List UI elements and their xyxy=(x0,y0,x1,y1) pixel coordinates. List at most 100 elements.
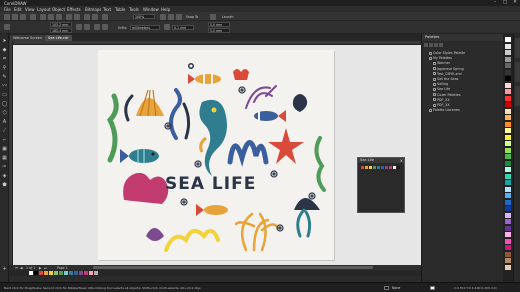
color-swatch[interactable] xyxy=(505,147,511,153)
first-page-icon[interactable]: ⏮ xyxy=(15,266,18,270)
menu-object[interactable]: Object xyxy=(52,7,65,12)
color-swatch[interactable] xyxy=(505,212,511,218)
checkbox-icon[interactable] xyxy=(433,72,436,76)
fill-color-swatch[interactable] xyxy=(384,286,389,290)
color-swatch[interactable] xyxy=(505,82,511,88)
palette-swatch[interactable] xyxy=(361,166,364,169)
document-palette-swatch[interactable] xyxy=(89,271,93,275)
checkbox-icon[interactable] xyxy=(429,51,432,55)
rectangle-tool-icon[interactable]: ▭ xyxy=(2,92,8,98)
zoom-level-field[interactable]: 100% xyxy=(133,14,155,19)
color-swatch[interactable] xyxy=(505,89,511,94)
menu-tools[interactable]: Tools xyxy=(129,7,139,12)
side-tab-properties[interactable] xyxy=(515,38,520,58)
menu-file[interactable]: File xyxy=(4,7,11,12)
palette-tree-item[interactable]: Test_CMYK.xml xyxy=(433,72,462,76)
menu-layout[interactable]: Layout xyxy=(37,7,51,12)
options-gear-icon[interactable] xyxy=(210,13,216,20)
menu-bitmaps[interactable]: Bitmaps xyxy=(85,7,101,12)
next-page-icon[interactable]: ▶ xyxy=(39,266,41,270)
shape-tool-icon[interactable]: ◆ xyxy=(2,47,8,53)
menu-text[interactable]: Text xyxy=(103,7,111,12)
palette-swatch[interactable] xyxy=(365,166,368,169)
color-swatch[interactable] xyxy=(505,50,511,55)
palette-tree-item[interactable]: Color Styles Palette xyxy=(429,51,465,55)
print-icon[interactable] xyxy=(30,13,36,20)
prev-page-icon[interactable]: ◀ xyxy=(20,266,22,270)
checkbox-icon[interactable] xyxy=(433,77,436,81)
palette-tree-item[interactable]: Palette Libraries xyxy=(429,108,460,112)
close-icon[interactable]: × xyxy=(400,158,403,163)
palette-tree-item[interactable]: Japanese Spring xyxy=(433,67,464,71)
palette-swatch[interactable] xyxy=(393,166,396,169)
all-pages-icon[interactable] xyxy=(94,24,100,30)
color-swatch[interactable] xyxy=(505,115,511,120)
open-icon[interactable] xyxy=(12,13,18,20)
color-swatch[interactable] xyxy=(505,173,511,179)
palette-tree-item[interactable]: Sea Life xyxy=(433,87,450,91)
side-tab-objects[interactable] xyxy=(515,62,520,82)
color-swatch[interactable] xyxy=(505,264,511,270)
document-palette-swatch[interactable] xyxy=(94,271,98,275)
color-swatch[interactable] xyxy=(505,219,511,224)
color-swatch[interactable] xyxy=(505,199,511,205)
eyedropper-icon[interactable]: ✑ xyxy=(2,164,8,170)
delete-palette-icon[interactable] xyxy=(439,43,443,47)
drawing-page[interactable]: SEA LIFE xyxy=(98,50,334,260)
color-swatch[interactable] xyxy=(505,225,511,231)
parallel-dimension-icon[interactable]: ⟋ xyxy=(2,128,8,134)
palette-swatch[interactable] xyxy=(369,166,372,169)
add-tool-icon[interactable]: + xyxy=(2,266,8,272)
palette-swatch[interactable] xyxy=(373,166,376,169)
sea-life-title[interactable]: SEA LIFE xyxy=(165,174,256,194)
color-swatch[interactable] xyxy=(505,193,511,198)
paste-icon[interactable] xyxy=(56,13,62,20)
side-tab-palettes[interactable] xyxy=(515,86,520,106)
color-swatch[interactable] xyxy=(505,154,511,159)
color-swatch[interactable] xyxy=(505,76,511,81)
color-swatch[interactable] xyxy=(505,167,511,172)
document-palette-swatch[interactable] xyxy=(64,271,68,275)
color-swatch[interactable] xyxy=(505,128,511,133)
seahorse[interactable] xyxy=(199,99,227,176)
full-screen-icon[interactable] xyxy=(160,13,166,20)
checkbox-icon[interactable] xyxy=(433,82,436,86)
menu-effects[interactable]: Effects xyxy=(67,7,81,12)
copy-icon[interactable] xyxy=(48,13,54,20)
color-swatch[interactable] xyxy=(505,69,511,75)
color-swatch[interactable] xyxy=(505,141,511,146)
checkbox-icon[interactable] xyxy=(433,87,436,91)
color-swatch[interactable] xyxy=(505,43,511,49)
palette-tree-item[interactable]: Sailing xyxy=(433,82,448,86)
starfish[interactable] xyxy=(268,128,304,164)
palette-tree-item[interactable]: Warmer xyxy=(433,61,450,65)
launch-dropdown[interactable]: Launch xyxy=(222,15,234,19)
import-icon[interactable] xyxy=(84,13,90,20)
drawing-workspace[interactable]: SEA LIFE Sea Life × xyxy=(13,45,421,265)
color-swatch[interactable] xyxy=(505,37,511,42)
smart-fill-icon[interactable]: ⬟ xyxy=(2,182,8,188)
y-position-field[interactable]: 185.4 mm xyxy=(50,28,72,33)
document-palette-swatch[interactable] xyxy=(79,271,83,275)
duplicate-v-field[interactable]: 5.0 mm xyxy=(208,28,230,33)
grid-icon[interactable] xyxy=(176,13,182,20)
palette-tree-item[interactable]: Cozer Palettes xyxy=(433,93,461,97)
striped-fish-right[interactable] xyxy=(254,110,286,122)
redo-icon[interactable] xyxy=(74,13,80,20)
color-swatch[interactable] xyxy=(505,134,511,140)
palette-docker-floating[interactable]: Sea Life × xyxy=(357,157,405,213)
checkbox-icon[interactable] xyxy=(433,67,436,71)
clownfish-top[interactable] xyxy=(188,74,221,84)
publish-pdf-icon[interactable] xyxy=(102,13,108,20)
blue-fish-left[interactable] xyxy=(120,149,159,163)
orange-fish-lower[interactable] xyxy=(196,204,228,216)
new-palette-icon[interactable] xyxy=(424,43,428,47)
palette-swatch[interactable] xyxy=(385,166,388,169)
transparency-tool-icon[interactable]: ▦ xyxy=(2,155,8,161)
outline-color-swatch[interactable] xyxy=(430,286,435,290)
zoom-tool-icon[interactable]: ⚲ xyxy=(2,65,8,71)
checkbox-icon[interactable] xyxy=(433,98,436,102)
color-swatch[interactable] xyxy=(505,121,511,127)
document-palette-swatch[interactable] xyxy=(44,271,48,275)
palette-swatch[interactable] xyxy=(381,166,384,169)
